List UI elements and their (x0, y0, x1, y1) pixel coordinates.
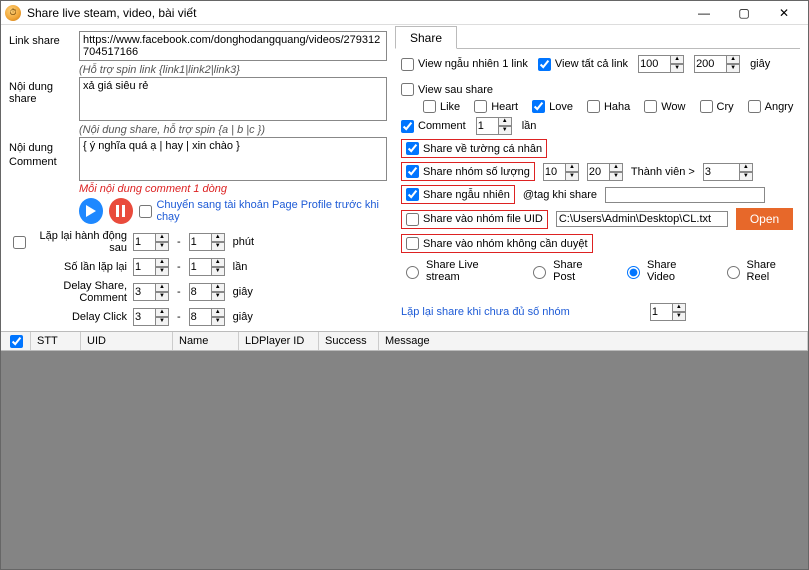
grid-header: STT UID Name LDPlayer ID Success Message (1, 331, 808, 351)
repeat-count-unit: lần (231, 261, 248, 273)
comment-count-spinner[interactable]: ▲▼ (476, 117, 512, 135)
delay-click-from-spinner[interactable]: ▲▼ (133, 308, 169, 326)
minimize-button[interactable]: — (684, 1, 724, 25)
switch-account-label: Chuyển sang tài khoản Page Profile trước… (156, 199, 387, 223)
delay-share-comment-label: Delay Share, Comment (13, 280, 133, 304)
delay-click-label: Delay Click (13, 311, 133, 323)
repeat-action-label: Lặp lại hành động sau (30, 230, 127, 254)
repeat-unit: phút (231, 236, 254, 248)
content-spin-hint: (Nội dung share, hỗ trợ spin {a | b |c }… (9, 123, 387, 137)
top-panels: Link share https://www.facebook.com/dong… (1, 25, 808, 331)
share-group-file-checkbox[interactable]: Share vào nhóm file UID (406, 213, 543, 226)
switch-account-checkbox[interactable]: Chuyển sang tài khoản Page Profile trước… (139, 199, 387, 223)
comment-label: Nội dung Comment (9, 137, 79, 169)
window-title: Share live steam, video, bài viết (27, 6, 684, 20)
tag-when-share-label: @tag khi share (523, 189, 597, 201)
maximize-button[interactable]: ▢ (724, 1, 764, 25)
app-icon: ⏱ (5, 5, 21, 21)
link-share-input[interactable]: https://www.facebook.com/donghodangquang… (79, 31, 387, 61)
view-after-share-checkbox[interactable]: View sau share (401, 83, 493, 96)
close-button[interactable]: ✕ (764, 1, 804, 25)
share-group-count-checkbox[interactable]: Share nhóm số lượng (406, 165, 530, 178)
header-name[interactable]: Name (173, 332, 239, 350)
header-ldplayer-id[interactable]: LDPlayer ID (239, 332, 319, 350)
share-post-radio[interactable]: Share Post (528, 259, 604, 283)
grid-body[interactable] (1, 351, 808, 569)
play-icon (86, 205, 96, 217)
delay-sc-unit: giây (231, 286, 253, 298)
reaction-cry-checkbox[interactable]: Cry (700, 100, 734, 113)
one-line-hint: Mỗi nội dung comment 1 dòng (9, 183, 387, 195)
reaction-heart-checkbox[interactable]: Heart (474, 100, 518, 113)
link-share-label: Link share (9, 31, 79, 47)
repeat-to-spinner[interactable]: ▲▼ (189, 233, 225, 251)
play-button[interactable] (79, 198, 103, 224)
reaction-like-checkbox[interactable]: Like (423, 100, 460, 113)
content-share-label: Nội dung share (9, 77, 79, 105)
repeat-count-to-spinner[interactable]: ▲▼ (189, 258, 225, 276)
tab-share[interactable]: Share (395, 26, 457, 49)
share-group-no-review-checkbox[interactable]: Share vào nhóm không cần duyệt (406, 237, 588, 250)
delay-click-to-spinner[interactable]: ▲▼ (189, 308, 225, 326)
pause-icon (116, 205, 126, 217)
repeat-action-checkbox[interactable]: Lặp lại hành động sau (13, 230, 127, 254)
reaction-haha-checkbox[interactable]: Haha (587, 100, 630, 113)
tag-input[interactable] (605, 187, 765, 203)
titlebar: ⏱ Share live steam, video, bài viết — ▢ … (1, 1, 808, 25)
group-from-spinner[interactable]: ▲▼ (543, 163, 579, 181)
share-reel-radio[interactable]: Share Reel (722, 259, 798, 283)
app-window: ⏱ Share live steam, video, bài viết — ▢ … (0, 0, 809, 570)
header-stt[interactable]: STT (31, 332, 81, 350)
member-count-spinner[interactable]: ▲▼ (703, 163, 753, 181)
view-random-checkbox[interactable]: View ngẫu nhiên 1 link (401, 58, 528, 71)
comment-checkbox[interactable]: Comment (401, 120, 466, 133)
share-video-radio[interactable]: Share Video (622, 259, 704, 283)
repeat-from-spinner[interactable]: ▲▼ (133, 233, 169, 251)
comment-unit: lần (522, 120, 537, 132)
member-gt-label: Thành viên > (631, 166, 695, 178)
spin-link-hint: (Hỗ trợ spin link {link1|link2|link3} (9, 63, 387, 77)
view-unit: giây (750, 58, 770, 70)
comment-input[interactable]: { ý nghĩa quá ạ | hay | xin chào } (79, 137, 387, 181)
open-file-button[interactable]: Open (736, 208, 793, 230)
reaction-angry-checkbox[interactable]: Angry (748, 100, 794, 113)
share-live-stream-radio[interactable]: Share Live stream (401, 259, 510, 283)
repeat-share-spinner[interactable]: ▲▼ (650, 303, 686, 321)
pause-button[interactable] (109, 198, 133, 224)
content-share-input[interactable]: xả giá siêu rẻ (79, 77, 387, 121)
view-from-spinner[interactable]: ▲▼ (638, 55, 684, 73)
group-file-path-input[interactable] (556, 211, 728, 227)
group-to-spinner[interactable]: ▲▼ (587, 163, 623, 181)
share-personal-wall-checkbox[interactable]: Share về tường cá nhân (406, 142, 542, 155)
header-uid[interactable]: UID (81, 332, 173, 350)
header-message[interactable]: Message (379, 332, 808, 350)
repeat-share-label: Lặp lại share khi chưa đủ số nhóm (401, 306, 570, 318)
reaction-love-checkbox[interactable]: Love (532, 100, 573, 113)
repeat-count-label: Số lần lặp lại (13, 261, 133, 273)
content-area: Link share https://www.facebook.com/dong… (1, 25, 808, 569)
repeat-count-from-spinner[interactable]: ▲▼ (133, 258, 169, 276)
right-pane: Share View ngẫu nhiên 1 link View tất cả… (391, 25, 808, 331)
delay-sc-to-spinner[interactable]: ▲▼ (189, 283, 225, 301)
share-random-checkbox[interactable]: Share ngẫu nhiên (406, 188, 510, 201)
left-pane: Link share https://www.facebook.com/dong… (1, 25, 391, 331)
tab-strip: Share (395, 25, 800, 49)
header-select-all[interactable] (1, 332, 31, 350)
delay-click-unit: giây (231, 311, 253, 323)
header-success[interactable]: Success (319, 332, 379, 350)
delay-sc-from-spinner[interactable]: ▲▼ (133, 283, 169, 301)
reaction-wow-checkbox[interactable]: Wow (644, 100, 685, 113)
view-all-checkbox[interactable]: View tất cả link (538, 58, 628, 71)
view-to-spinner[interactable]: ▲▼ (694, 55, 740, 73)
